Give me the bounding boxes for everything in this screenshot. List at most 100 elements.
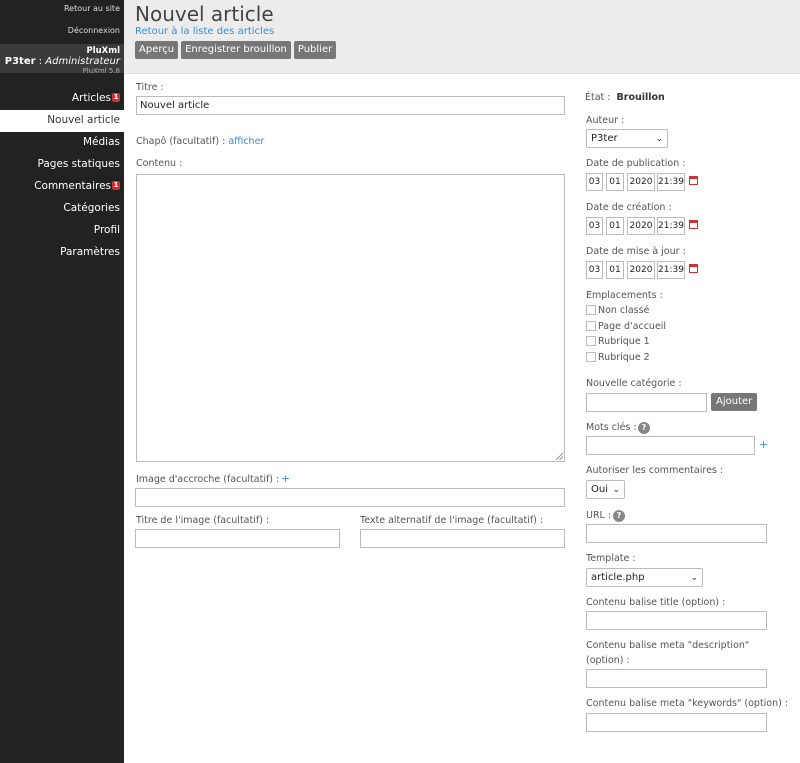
sidebar-item-categories[interactable]: Catégories	[0, 198, 124, 220]
state: État : Brouillon	[585, 92, 665, 103]
sidebar-item-static-pages[interactable]: Pages statiques	[0, 154, 124, 176]
add-keyword-icon[interactable]: +	[759, 438, 768, 451]
creation-time-input[interactable]: 21:39	[657, 217, 685, 235]
sidebar: Retour au site Déconnexion PluXml P3ter …	[0, 0, 124, 763]
url-input[interactable]	[586, 524, 767, 543]
content-textarea[interactable]	[136, 174, 565, 462]
location-checkbox-rubrique-2[interactable]	[586, 352, 596, 362]
image-alt-input[interactable]	[360, 529, 565, 548]
chapo-show-link[interactable]: afficher	[228, 136, 264, 147]
publish-button[interactable]: Publier	[293, 41, 337, 59]
keywords-input[interactable]	[586, 436, 755, 455]
meta-keywords-label: Contenu balise meta "keywords" (option) …	[586, 698, 789, 709]
sidebar-item-label: Médias	[82, 136, 120, 148]
update-day-input[interactable]: 03	[586, 261, 603, 279]
chevron-down-icon: ⌄	[655, 134, 663, 144]
pub-year-input[interactable]: 2020	[627, 173, 655, 191]
allow-comments-select[interactable]: Oui ⌄	[586, 480, 625, 499]
user-info: PluXml P3ter : Administrateur PluXml 5.8	[0, 44, 124, 75]
calendar-icon[interactable]	[689, 264, 698, 273]
image-title-label: Titre de l'image (facultatif) :	[136, 515, 270, 526]
pub-time-input[interactable]: 21:39	[657, 173, 685, 191]
meta-title-input[interactable]	[586, 611, 767, 630]
sidebar-item-label: Commentaires	[34, 180, 111, 192]
sidebar-item-comments[interactable]: Commentaires 1	[0, 176, 124, 198]
sidebar-item-label: Catégories	[63, 202, 120, 214]
add-image-icon[interactable]: +	[281, 472, 290, 485]
calendar-icon[interactable]	[689, 176, 698, 185]
keywords-label: Mots clés :	[586, 422, 637, 433]
app-name: PluXml	[86, 46, 120, 56]
state-label: État :	[585, 92, 611, 103]
location-label: Page d'accueil	[598, 321, 667, 332]
update-time-input[interactable]: 21:39	[657, 261, 685, 279]
sidebar-item-settings[interactable]: Paramètres	[0, 242, 124, 264]
chapo-label: Chapô (facultatif) : afficher	[136, 136, 264, 147]
update-year-input[interactable]: 2020	[627, 261, 655, 279]
creation-day-input[interactable]: 03	[586, 217, 603, 235]
author-value: P3ter	[591, 133, 618, 144]
template-label: Template :	[586, 553, 636, 564]
sidebar-item-label: Nouvel article	[47, 114, 120, 126]
title-input[interactable]: Nouvel article	[136, 96, 565, 115]
back-to-site-link[interactable]: Retour au site	[0, 0, 124, 22]
user-role: Administrateur	[45, 56, 120, 67]
chevron-down-icon: ⌄	[690, 573, 698, 583]
calendar-icon[interactable]	[689, 220, 698, 229]
pub-date-label: Date de publication :	[586, 158, 686, 169]
author-select[interactable]: P3ter ⌄	[586, 129, 668, 148]
location-label: Non classé	[598, 305, 650, 316]
title-label: Titre :	[136, 82, 164, 93]
new-category-input[interactable]	[586, 393, 707, 412]
meta-keywords-input[interactable]	[586, 713, 767, 732]
sidebar-item-label: Profil	[93, 224, 120, 236]
logout-link[interactable]: Déconnexion	[0, 22, 124, 44]
location-label: Rubrique 2	[598, 352, 650, 363]
page-title: Nouvel article	[135, 2, 274, 26]
meta-description-input[interactable]	[586, 669, 767, 688]
creation-year-input[interactable]: 2020	[627, 217, 655, 235]
url-label: URL :	[586, 510, 612, 521]
state-value: Brouillon	[616, 92, 665, 103]
location-checkbox-rubrique-1[interactable]	[586, 336, 596, 346]
meta-description-label: Contenu balise meta "description"	[586, 640, 750, 651]
save-draft-button[interactable]: Enregistrer brouillon	[181, 41, 291, 59]
image-input[interactable]	[135, 488, 565, 507]
author-label: Auteur :	[586, 115, 625, 126]
new-category-label: Nouvelle catégorie :	[586, 378, 682, 389]
chevron-down-icon: ⌄	[612, 485, 620, 495]
back-to-articles-link[interactable]: Retour à la liste des articles	[135, 26, 274, 37]
add-category-button[interactable]: Ajouter	[711, 393, 758, 411]
sidebar-item-label: Paramètres	[60, 246, 120, 258]
help-icon[interactable]: ?	[638, 422, 650, 434]
content-label: Contenu :	[136, 158, 183, 169]
location-checkbox-uncategorized[interactable]	[586, 305, 596, 315]
locations-label: Emplacements :	[586, 290, 663, 301]
location-label: Rubrique 1	[598, 336, 650, 347]
sidebar-menu: Articles 1 Nouvel article Médias Pages st…	[0, 88, 124, 264]
image-title-input[interactable]	[135, 529, 340, 548]
resize-handle[interactable]	[556, 453, 563, 460]
chapo-label-text: Chapô (facultatif) :	[136, 136, 226, 147]
sidebar-item-new-article[interactable]: Nouvel article	[0, 110, 124, 132]
user-name-role: P3ter : Administrateur	[4, 56, 120, 67]
sidebar-item-profile[interactable]: Profil	[0, 220, 124, 242]
preview-button[interactable]: Aperçu	[135, 41, 179, 59]
pub-day-input[interactable]: 03	[586, 173, 603, 191]
template-value: article.php	[591, 572, 645, 583]
comments-count-badge: 1	[112, 181, 120, 190]
help-icon[interactable]: ?	[613, 510, 625, 522]
pub-month-input[interactable]: 01	[606, 173, 624, 191]
articles-count-badge: 1	[112, 93, 120, 102]
update-month-input[interactable]: 01	[606, 261, 624, 279]
location-checkbox-homepage[interactable]	[586, 321, 596, 331]
image-label: Image d'accroche (facultatif) :	[136, 474, 280, 485]
allow-comments-label: Autoriser les commentaires :	[586, 465, 724, 476]
image-alt-label: Texte alternatif de l'image (facultatif)…	[360, 515, 544, 526]
sidebar-item-medias[interactable]: Médias	[0, 132, 124, 154]
template-select[interactable]: article.php ⌄	[586, 568, 703, 587]
sidebar-item-label: Articles	[71, 92, 111, 104]
creation-month-input[interactable]: 01	[606, 217, 624, 235]
page-header: Nouvel article Retour à la liste des art…	[124, 0, 800, 74]
sidebar-item-articles[interactable]: Articles 1	[0, 88, 124, 110]
